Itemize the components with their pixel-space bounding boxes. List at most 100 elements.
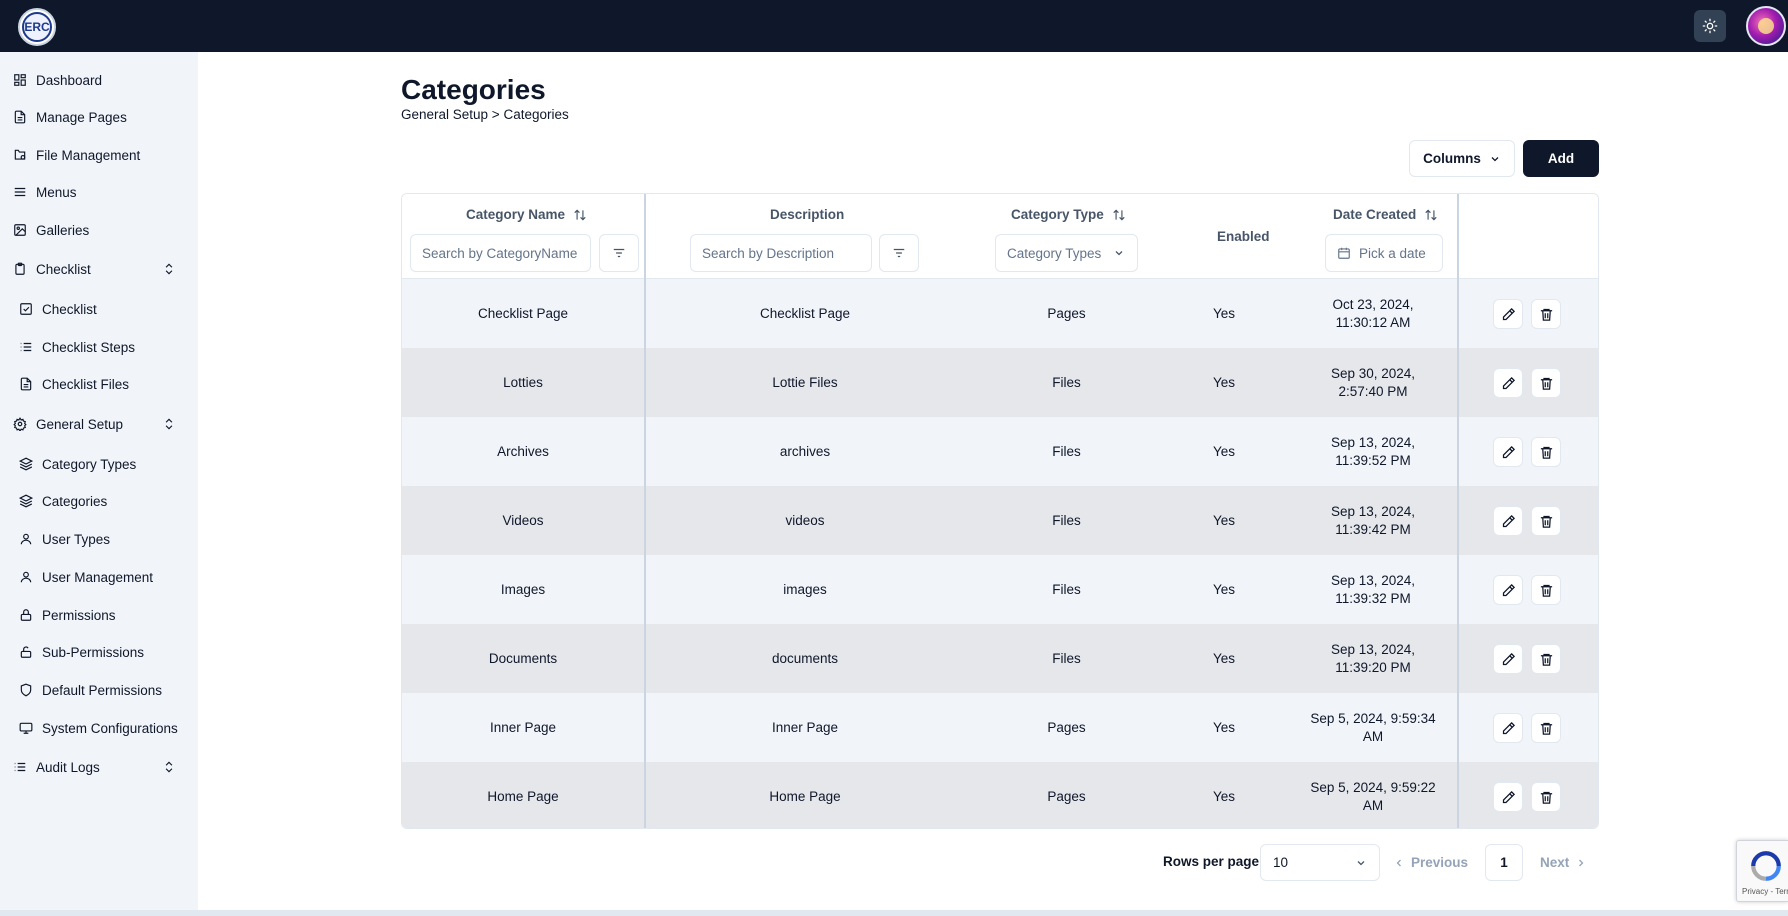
recaptcha-links[interactable]: Privacy - Terms <box>1742 887 1788 896</box>
pencil-icon <box>1502 307 1515 320</box>
edit-button[interactable] <box>1493 368 1523 398</box>
next-page-button[interactable]: Next <box>1540 844 1600 881</box>
cell-date-created: Sep 5, 2024, 9:59:22 AM <box>1310 779 1436 813</box>
cell-date-created: Sep 13, 2024, 11:39:52 PM <box>1330 434 1416 468</box>
header-description: Description <box>770 207 845 222</box>
page-number-button[interactable]: 1 <box>1485 844 1523 881</box>
edit-button[interactable] <box>1493 506 1523 536</box>
sidebar-group-checklist[interactable]: Checklist <box>0 255 198 283</box>
category-types-select[interactable]: Category Types <box>995 234 1138 272</box>
sort-icon[interactable] <box>573 208 587 222</box>
previous-label: Previous <box>1411 855 1469 870</box>
add-button[interactable]: Add <box>1523 140 1599 177</box>
cell-date-created: Sep 5, 2024, 9:59:34 AM <box>1310 710 1436 744</box>
user-avatar[interactable] <box>1746 6 1786 46</box>
cell-category-name: Videos <box>502 512 544 528</box>
sort-icon[interactable] <box>1424 208 1438 222</box>
table-row: Checklist Page Checklist Page Pages Yes Oct … <box>402 279 1598 348</box>
sidebar-item-default-permissions[interactable]: Default Permissions <box>0 676 198 704</box>
date-picker-label: Pick a date <box>1359 245 1426 261</box>
pencil-icon <box>1502 790 1515 803</box>
sidebar-item-checklist-files[interactable]: Checklist Files <box>0 370 198 398</box>
delete-button[interactable] <box>1531 713 1561 743</box>
sidebar-item-label: User Management <box>42 569 154 585</box>
sidebar-item-category-types[interactable]: Category Types <box>0 450 198 478</box>
trash-icon <box>1540 308 1552 321</box>
cell-date-created: Oct 23, 2024, 11:30:12 AM <box>1332 296 1414 330</box>
category-name-filter-button[interactable] <box>599 234 639 272</box>
header-date-created-label: Date Created <box>1333 207 1417 222</box>
sidebar-item-checklist-steps[interactable]: Checklist Steps <box>0 333 198 361</box>
header-category-type[interactable]: Category Type <box>1011 207 1126 222</box>
edit-button[interactable] <box>1493 644 1523 674</box>
table-row: Documents documents Files Yes Sep 13, 2024, … <box>402 624 1598 693</box>
delete-button[interactable] <box>1531 575 1561 605</box>
recaptcha-badge[interactable]: Privacy - Terms <box>1736 840 1788 902</box>
cell-enabled: Yes <box>1212 374 1236 390</box>
column-divider <box>1457 194 1459 828</box>
top-navbar: ERC <box>0 0 1788 52</box>
columns-button[interactable]: Columns <box>1409 140 1515 177</box>
table-row: Lotties Lottie Files Files Yes Sep 30, 2024,… <box>402 348 1598 417</box>
previous-page-button[interactable]: Previous <box>1393 844 1473 881</box>
menu-icon <box>12 184 28 200</box>
trash-icon <box>1540 446 1552 459</box>
sidebar-item-system-configurations[interactable]: System Configurations <box>0 714 198 742</box>
sidebar-item-checklist[interactable]: Checklist <box>0 295 198 323</box>
edit-button[interactable] <box>1493 437 1523 467</box>
cell-description: Inner Page <box>771 719 839 735</box>
delete-button[interactable] <box>1531 299 1561 329</box>
delete-button[interactable] <box>1531 437 1561 467</box>
dashboard-icon <box>12 72 28 88</box>
edit-button[interactable] <box>1493 713 1523 743</box>
description-search-input[interactable] <box>690 234 872 272</box>
sidebar-item-sub-permissions[interactable]: Sub-Permissions <box>0 638 198 666</box>
edit-button[interactable] <box>1493 299 1523 329</box>
delete-button[interactable] <box>1531 506 1561 536</box>
chevrons-up-down-icon <box>165 263 173 275</box>
trash-icon <box>1540 791 1552 804</box>
chevrons-up-down-icon <box>165 761 173 773</box>
chevron-down-icon <box>1115 251 1123 256</box>
trash-icon <box>1540 722 1552 735</box>
cell-category-type: Pages <box>1047 788 1086 804</box>
header-category-name[interactable]: Category Name <box>466 207 587 222</box>
delete-button[interactable] <box>1531 782 1561 812</box>
sidebar-item-menus[interactable]: Menus <box>0 178 198 206</box>
edit-button[interactable] <box>1493 782 1523 812</box>
list-icon <box>18 339 34 355</box>
cell-category-type: Pages <box>1047 305 1086 321</box>
sidebar-group-audit-logs[interactable]: Audit Logs <box>0 753 198 781</box>
sidebar-item-permissions[interactable]: Permissions <box>0 601 198 629</box>
cell-description: Lottie Files <box>772 374 838 390</box>
sidebar-item-dashboard[interactable]: Dashboard <box>0 66 198 94</box>
delete-button[interactable] <box>1531 368 1561 398</box>
sidebar-item-manage-pages[interactable]: Manage Pages <box>0 103 198 131</box>
pencil-icon <box>1502 376 1515 389</box>
sidebar-item-label: System Configurations <box>42 720 178 736</box>
date-picker[interactable]: Pick a date <box>1325 234 1443 272</box>
edit-button[interactable] <box>1493 575 1523 605</box>
app-logo[interactable]: ERC <box>18 8 56 46</box>
chevron-down-icon <box>1357 860 1365 865</box>
sidebar-group-general-setup[interactable]: General Setup <box>0 410 198 438</box>
sidebar-item-file-management[interactable]: File Management <box>0 141 198 169</box>
sort-icon[interactable] <box>1112 208 1126 222</box>
rows-per-page-select[interactable]: 10 <box>1260 844 1380 881</box>
description-filter-button[interactable] <box>879 234 919 272</box>
sidebar-item-categories[interactable]: Categories <box>0 487 198 515</box>
layers-icon <box>18 493 34 509</box>
header-enabled: Enabled <box>1217 229 1270 244</box>
columns-button-label: Columns <box>1423 151 1481 166</box>
sidebar-item-label: Permissions <box>42 607 116 623</box>
recaptcha-icon <box>1751 851 1781 881</box>
cell-category-type: Files <box>1052 443 1081 459</box>
cell-category-type: Files <box>1052 581 1081 597</box>
theme-toggle-button[interactable] <box>1694 10 1726 42</box>
sidebar-item-galleries[interactable]: Galleries <box>0 216 198 244</box>
delete-button[interactable] <box>1531 644 1561 674</box>
category-name-search-input[interactable] <box>410 234 591 272</box>
sidebar-item-user-management[interactable]: User Management <box>0 563 198 591</box>
header-date-created[interactable]: Date Created <box>1333 207 1438 222</box>
sidebar-item-user-types[interactable]: User Types <box>0 525 198 553</box>
